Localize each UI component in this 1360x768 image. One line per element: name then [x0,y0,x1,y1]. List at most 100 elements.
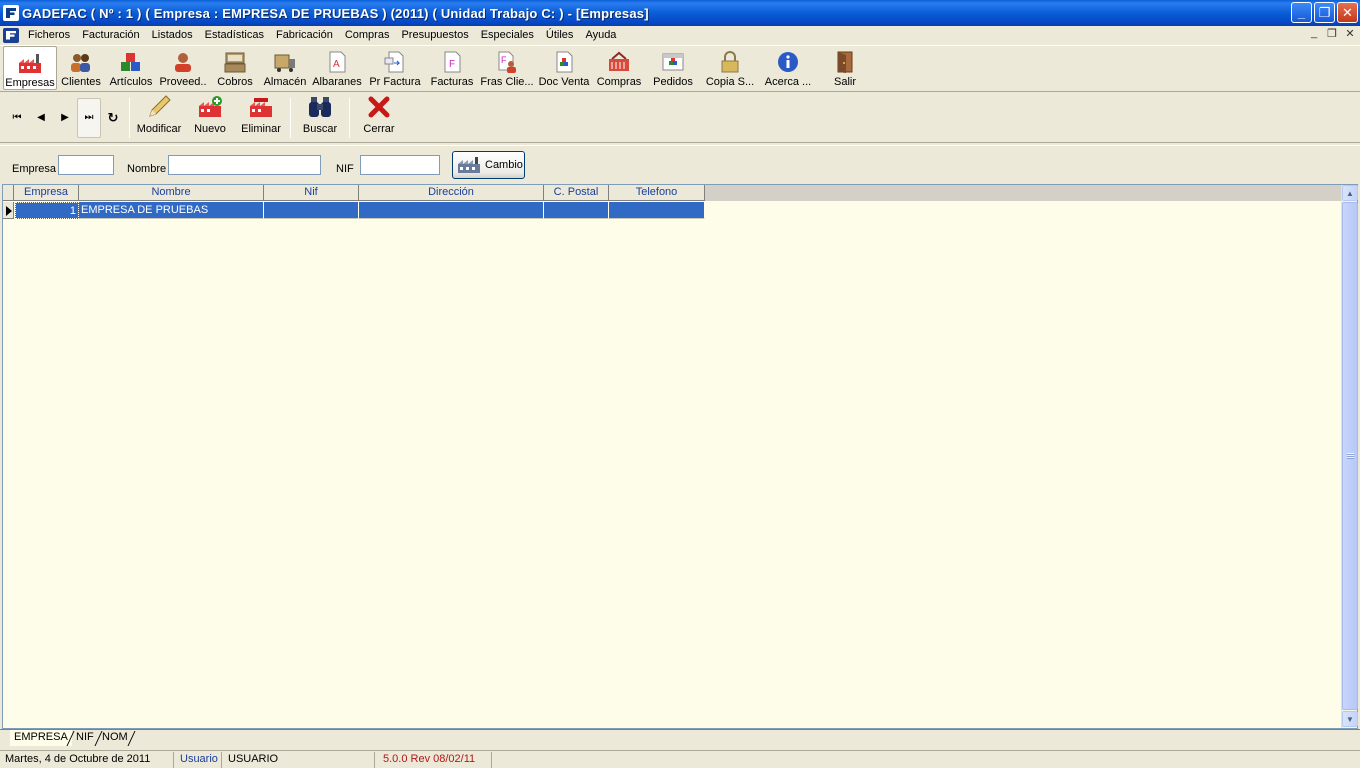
invoice-icon: F [440,50,464,74]
refresh-button[interactable]: ↻ [101,98,125,138]
toolbar-separator [349,97,350,138]
orders-icon [661,50,685,74]
window-title: GADEFAC ( Nº : 1 ) ( Empresa : EMPRESA D… [22,5,649,21]
column-header-cpostal[interactable]: C. Postal [544,185,609,201]
main-toolbar: Empresas Clientes Artículos Proveed.. Co… [0,45,1360,92]
cash-register-icon [223,50,247,74]
window-controls: _ ❐ ✕ [1291,2,1358,23]
filter-bar: Empresa Nombre NIF Cambio [0,145,1360,181]
title-bar: GADEFAC ( Nº : 1 ) ( Empresa : EMPRESA D… [0,0,1360,26]
column-header-nif[interactable]: Nif [264,185,359,201]
column-header-nombre[interactable]: Nombre [79,185,264,201]
toolbar-button-label: Proveed.. [159,76,207,88]
vertical-scrollbar[interactable]: ▲ ▼ [1341,185,1358,728]
close-form-button[interactable]: Cerrar [354,96,404,140]
pencil-icon [146,94,172,120]
app-logo-icon[interactable] [3,5,19,21]
toolbar-acerca-button[interactable]: Acerca ... [759,46,817,90]
status-date: Martes, 4 de Octubre de 2011 [2,752,174,768]
toolbar-salir-button[interactable]: Salir [817,46,873,90]
status-version: 5.0.0 Rev 08/02/11 [380,752,492,768]
column-header-direccion[interactable]: Dirección [359,185,544,201]
tab-nom[interactable]: NOM [98,730,132,746]
scroll-down-button[interactable]: ▼ [1342,711,1358,727]
toolbar-clientes-button[interactable]: Clientes [57,46,105,90]
tab-empresa[interactable]: EMPRESA [10,730,72,746]
toolbar-proveedores-button[interactable]: Proveed.. [157,46,209,90]
menu-estadisticas[interactable]: Estadísticas [199,29,270,41]
new-button[interactable]: Nuevo [184,95,236,140]
toolbar-pedidos-button[interactable]: Pedidos [645,46,701,90]
status-user-label: Usuario [177,752,222,768]
toolbar-doc-venta-button[interactable]: Doc Venta [535,46,593,90]
menu-fabricacion[interactable]: Fabricación [270,29,339,41]
cell-empresa[interactable]: 1 [15,202,79,219]
empresa-filter-input[interactable] [58,155,114,175]
menu-ficheros[interactable]: Ficheros [22,29,76,41]
document-restore-button[interactable]: ❐ [1326,27,1338,40]
close-x-icon [366,94,392,120]
nif-filter-input[interactable] [360,155,440,175]
toolbar-cobros-button[interactable]: Cobros [209,46,261,90]
maximize-button[interactable]: ❐ [1314,2,1335,23]
modify-button[interactable]: Modificar [134,94,184,140]
empresas-grid[interactable]: Empresa Nombre Nif Dirección C. Postal T… [2,184,1358,729]
toolbar-almacen-button[interactable]: Almacén [261,46,309,90]
search-button[interactable]: Buscar [295,96,345,140]
toolbar-button-label: Compras [596,76,642,88]
cell-nombre[interactable]: EMPRESA DE PRUEBAS [79,202,264,219]
document-minimize-button[interactable]: _ [1308,27,1320,40]
status-bar: Martes, 4 de Octubre de 2011 Usuario USU… [0,750,1360,768]
menu-utiles[interactable]: Útiles [540,29,580,41]
nombre-filter-input[interactable] [168,155,321,175]
toolbar-button-label: Acerca ... [764,76,812,88]
info-icon [776,50,800,74]
cell-direccion[interactable] [359,202,544,219]
svg-text:F: F [449,59,455,70]
scroll-thumb[interactable] [1342,202,1358,710]
toolbar-prefactura-button[interactable]: Pr Factura [365,46,425,90]
navigation-toolbar: ⏮ ◀ ▶ ⏭ ↻ Modificar Nuevo Eliminar Busca… [0,93,1360,143]
toolbar-albaranes-button[interactable]: A Albaranes [309,46,365,90]
toolbar-fras-clientes-button[interactable]: F Fras Clie... [479,46,535,90]
minimize-button[interactable]: _ [1291,2,1312,23]
client-invoice-icon: F [495,50,519,74]
close-button[interactable]: ✕ [1337,2,1358,23]
toolbar-button-label: Clientes [61,76,101,88]
delivery-note-icon: A [325,50,349,74]
tab-nif[interactable]: NIF [72,730,98,746]
toolbar-compras-button[interactable]: Compras [593,46,645,90]
cell-telefono[interactable] [609,202,705,219]
toolbar-articulos-button[interactable]: Artículos [105,46,157,90]
toolbar-empresas-button[interactable]: Empresas [3,46,57,90]
current-row-indicator [3,202,14,219]
column-header-empresa[interactable]: Empresa [14,185,79,201]
menu-compras[interactable]: Compras [339,29,396,41]
cell-nif[interactable] [264,202,359,219]
last-record-button[interactable]: ⏭ [77,97,101,138]
toolbar-separator [290,97,291,138]
toolbar-facturas-button[interactable]: F Facturas [425,46,479,90]
document-close-button[interactable]: ✕ [1344,27,1356,40]
menu-ayuda[interactable]: Ayuda [579,29,622,41]
delete-button[interactable]: Eliminar [236,96,286,140]
next-record-button[interactable]: ▶ [53,98,77,138]
menu-especiales[interactable]: Especiales [475,29,540,41]
column-header-telefono[interactable]: Telefono [609,185,705,201]
toolbar-copia-seguridad-button[interactable]: Copia S... [701,46,759,90]
scroll-up-button[interactable]: ▲ [1342,185,1358,201]
cell-cpostal[interactable] [544,202,609,219]
pre-invoice-icon [383,50,407,74]
prev-record-button[interactable]: ◀ [29,98,53,138]
basket-icon [607,50,631,74]
menu-presupuestos[interactable]: Presupuestos [395,29,474,41]
new-label: Nuevo [194,122,226,135]
empresa-filter-label: Empresa [12,163,57,175]
menu-facturacion[interactable]: Facturación [76,29,145,41]
cambio-button[interactable]: Cambio [452,151,525,179]
first-record-button[interactable]: ⏮ [5,98,29,138]
document-window-icon[interactable] [3,27,19,43]
delete-factory-icon [248,94,274,120]
menu-listados[interactable]: Listados [146,29,199,41]
header-indicator-cell [3,185,14,201]
